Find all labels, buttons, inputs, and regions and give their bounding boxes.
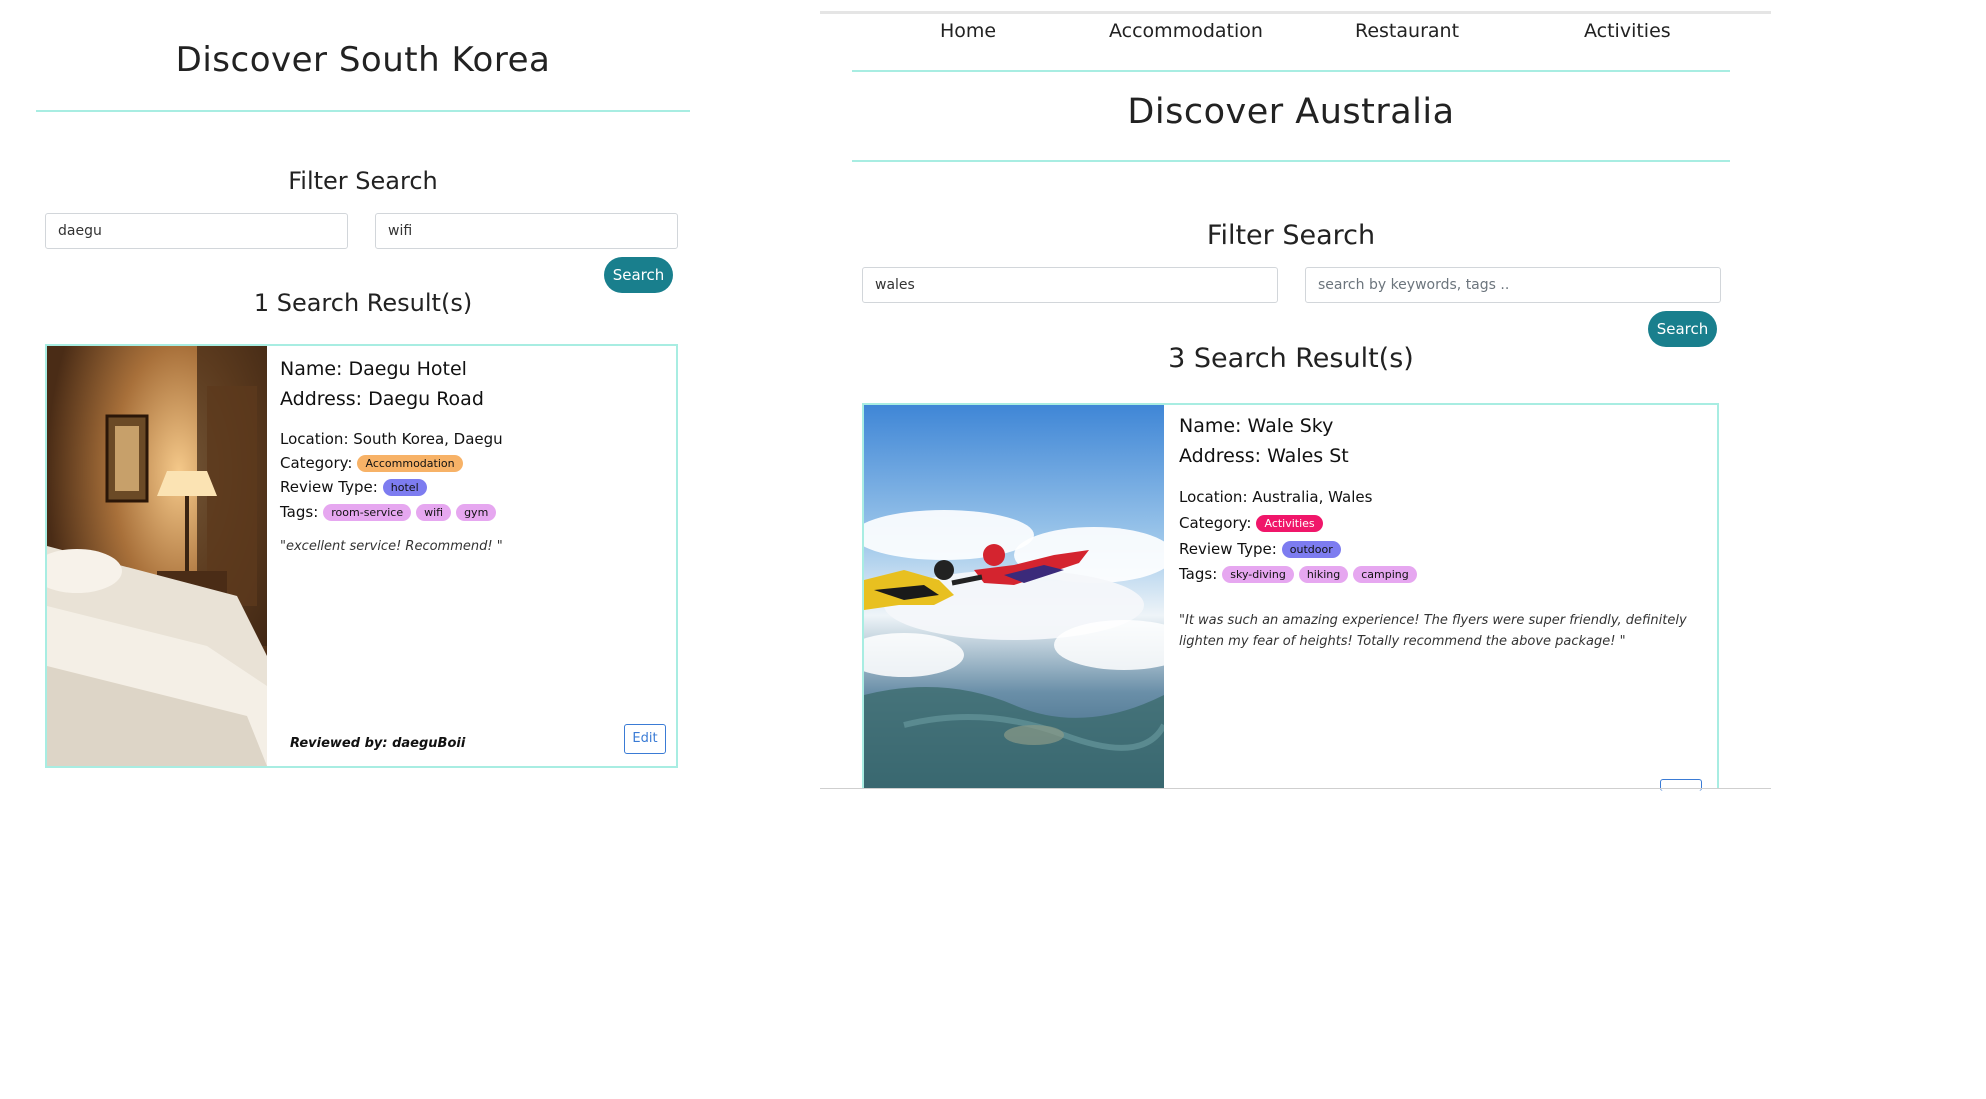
search-button[interactable]: Search [1648,311,1717,347]
tag-badge: gym [456,503,497,521]
tags-row: Tags: room-service wifi gym [280,503,497,521]
result-count: 1 Search Result(s) [253,289,473,317]
nav-top-border [820,11,1771,14]
title-divider [852,160,1730,162]
listing-name: Name: Daegu Hotel [280,358,467,380]
title-divider [36,110,690,112]
edit-button[interactable] [1660,779,1702,791]
tag-badge: hiking [1298,565,1349,583]
category-row: Category: Accommodation [280,454,463,472]
location-text: Location: South Korea, Daegu [280,430,503,448]
review-type-row: Review Type: hotel [280,478,427,496]
review-card: Name: Wale Sky Address: Wales St Locatio… [862,403,1719,791]
tag-badge: sky-diving [1222,565,1294,583]
review-type-label: Review Type: [280,478,378,496]
nav-divider [852,70,1730,72]
tags-row: Tags: sky-diving hiking camping [1179,565,1417,583]
viewport-cutoff-line [820,788,1771,789]
location-search-input[interactable]: daegu [45,213,348,249]
hotel-room-image [47,346,267,766]
keyword-search-input[interactable]: search by keywords, tags .. [1305,267,1721,303]
review-text-line-1: "It was such an amazing experience! The … [1179,613,1687,628]
nav-activities[interactable]: Activities [1584,20,1671,42]
search-button[interactable]: Search [604,257,673,293]
keyword-search-input[interactable]: wifi [375,213,678,249]
tags-label: Tags: [280,503,319,521]
review-type-label: Review Type: [1179,540,1277,558]
edit-button[interactable]: Edit [624,724,666,754]
listing-location: Location: Australia, Wales [1179,488,1372,506]
category-row: Category: Activities [1179,514,1323,532]
nav-restaurant[interactable]: Restaurant [1355,20,1459,42]
review-type-row: Review Type: outdoor [1179,540,1341,558]
filter-search-heading: Filter Search [1206,220,1376,251]
page-title: Discover Australia [1127,92,1455,132]
review-text-line-2: lighten my fear of heights! Totally reco… [1179,634,1626,649]
category-badge: Accommodation [357,454,463,472]
review-text: "excellent service! Recommend! " [280,539,503,554]
nav-accommodation[interactable]: Accommodation [1109,20,1263,42]
tag-badge: wifi [416,503,452,521]
tags-label: Tags: [1179,565,1218,583]
listing-location: Location: South Korea, Daegu [280,430,503,448]
location-search-input[interactable]: wales [862,267,1278,303]
page-title: Discover South Korea [175,40,551,80]
review-type-badge: outdoor [1281,540,1341,558]
review-card: Name: Daegu Hotel Address: Daegu Road Lo… [45,344,678,768]
listing-address: Address: Wales St [1179,445,1349,467]
tag-badge: room-service [323,503,412,521]
location-text: Location: Australia, Wales [1179,488,1373,506]
review-type-badge: hotel [382,478,427,496]
result-count: 3 Search Result(s) [1168,343,1414,374]
skydiving-image [864,405,1164,788]
listing-name: Name: Wale Sky [1179,415,1334,437]
nav-home[interactable]: Home [940,20,996,42]
filter-search-heading: Filter Search [288,167,438,195]
category-badge: Activities [1256,514,1323,532]
tag-badge: camping [1353,565,1417,583]
reviewer-line: Reviewed by: daeguBoii [290,736,466,751]
listing-address: Address: Daegu Road [280,388,484,410]
category-label: Category: [1179,514,1252,532]
category-label: Category: [280,454,353,472]
